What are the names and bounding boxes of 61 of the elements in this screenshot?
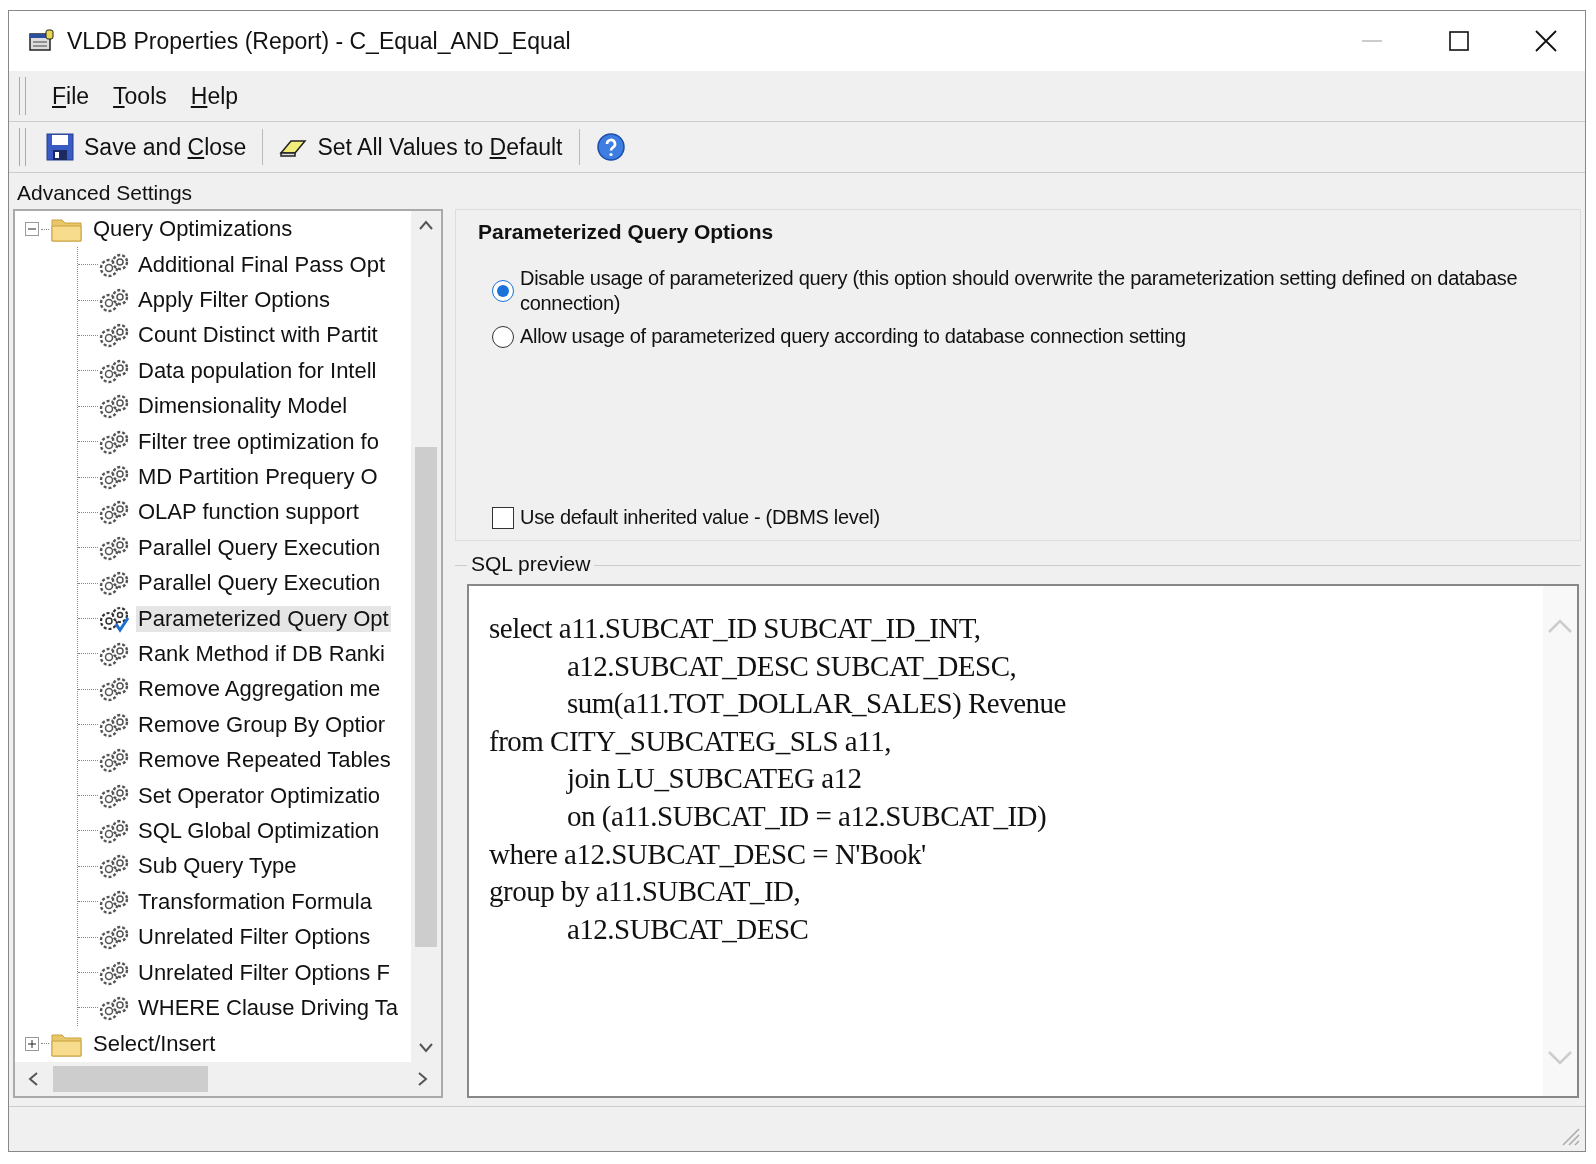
option-label: Disable usage of parameterized query (this option should overwrite the parameterization setting defined on database connection)	[520, 266, 1519, 316]
tree-item[interactable]: Sub Query Type	[136, 853, 299, 880]
tree-item[interactable]: Dimensionality Model	[136, 393, 350, 420]
sql-line: a12.SUBCAT_DESC	[566, 912, 810, 947]
options-title: Parameterized Query Options	[478, 220, 775, 244]
close-icon[interactable]	[1535, 30, 1557, 52]
collapse-icon[interactable]	[25, 222, 39, 236]
tree-item[interactable]: SQL Global Optimization	[136, 817, 382, 844]
radio-button[interactable]	[492, 280, 514, 302]
tree-item[interactable]: Data population for Intell	[136, 357, 379, 384]
section-label: Advanced Settings	[16, 180, 194, 206]
tree-item[interactable]: Apply Filter Options	[136, 287, 332, 314]
scroll-thumb[interactable]	[53, 1066, 208, 1092]
tree-item[interactable]: Unrelated Filter Options F	[136, 959, 392, 986]
menubar-grip[interactable]	[19, 77, 26, 115]
tree-item[interactable]: Remove Aggregation me	[136, 676, 383, 703]
menu-item[interactable]: File	[50, 82, 92, 110]
tree-item[interactable]: Count Distinct with Partit	[136, 322, 380, 349]
sql-line: group by a11.SUBCAT_ID,	[489, 875, 802, 910]
tree-item[interactable]: Additional Final Pass Opt	[136, 251, 388, 278]
tree-item[interactable]: Parameterized Query Opt	[136, 605, 391, 632]
sql-line: where a12.SUBCAT_DESC = N'Book'	[489, 837, 927, 872]
scroll-down-icon[interactable]	[418, 1042, 434, 1054]
scroll-right-icon[interactable]	[417, 1071, 429, 1087]
save-close-button[interactable]: Save and Close	[38, 131, 255, 163]
radio-button[interactable]	[492, 325, 514, 348]
menu-item[interactable]: Tools	[111, 82, 169, 110]
toolbar-grip[interactable]	[19, 128, 26, 166]
help-icon	[595, 132, 626, 162]
sql-line: on (a11.SUBCAT_ID = a12.SUBCAT_ID)	[566, 799, 1048, 834]
tree-item[interactable]: Filter tree optimization fo	[136, 428, 381, 455]
sql-line: select a11.SUBCAT_ID SUBCAT_ID_INT,	[489, 612, 982, 646]
scroll-thumb[interactable]	[415, 447, 437, 947]
tree-item[interactable]: Rank Method if DB Ranki	[136, 641, 387, 667]
window-title: VLDB Properties (Report) - C_Equal_AND_Equal	[67, 27, 571, 55]
tree-item[interactable]: Remove Group By Optior	[136, 711, 387, 738]
maximize-icon[interactable]	[1449, 31, 1469, 51]
tree-item[interactable]: Set Operator Optimizatio	[136, 782, 383, 809]
scroll-left-icon[interactable]	[27, 1071, 39, 1087]
tree-item[interactable]: Remove Repeated Tables	[136, 747, 393, 774]
tree-folder[interactable]: Select/Insert	[93, 1030, 216, 1057]
tree-item[interactable]: OLAP function support	[136, 499, 361, 526]
tree-item[interactable]: Parallel Query Execution	[136, 570, 383, 597]
sql-line: from CITY_SUBCATEG_SLS a11,	[489, 724, 892, 759]
tree-item[interactable]: MD Partition Prequery O	[136, 464, 380, 491]
scroll-up-icon[interactable]	[418, 219, 434, 231]
checkbox[interactable]	[492, 506, 514, 529]
expand-icon[interactable]	[25, 1036, 39, 1051]
tree-item[interactable]: Transformation Formula	[136, 888, 374, 915]
tree-folder[interactable]: Query Optimizations	[93, 216, 293, 242]
checkbox-label: Use default inherited value - (DBMS level)	[520, 505, 880, 530]
tree-item[interactable]: Unrelated Filter Options	[136, 924, 373, 951]
tree-item[interactable]: Parallel Query Execution	[136, 534, 383, 561]
menu-item[interactable]: Help	[188, 82, 241, 110]
sql-line: sum(a11.TOT_DOLLAR_SALES) Revenue	[566, 687, 1067, 722]
option-label: Allow usage of parameterized query according to database connection setting	[520, 324, 1186, 349]
sql-line: a12.SUBCAT_DESC SUBCAT_DESC,	[566, 649, 1018, 684]
tree-item[interactable]: WHERE Clause Driving Ta	[136, 994, 400, 1021]
set-defaults-button[interactable]: Set All Values to Default	[271, 131, 571, 163]
app-icon	[29, 29, 55, 53]
sql-line: join LU_SUBCATEG a12	[565, 762, 863, 797]
